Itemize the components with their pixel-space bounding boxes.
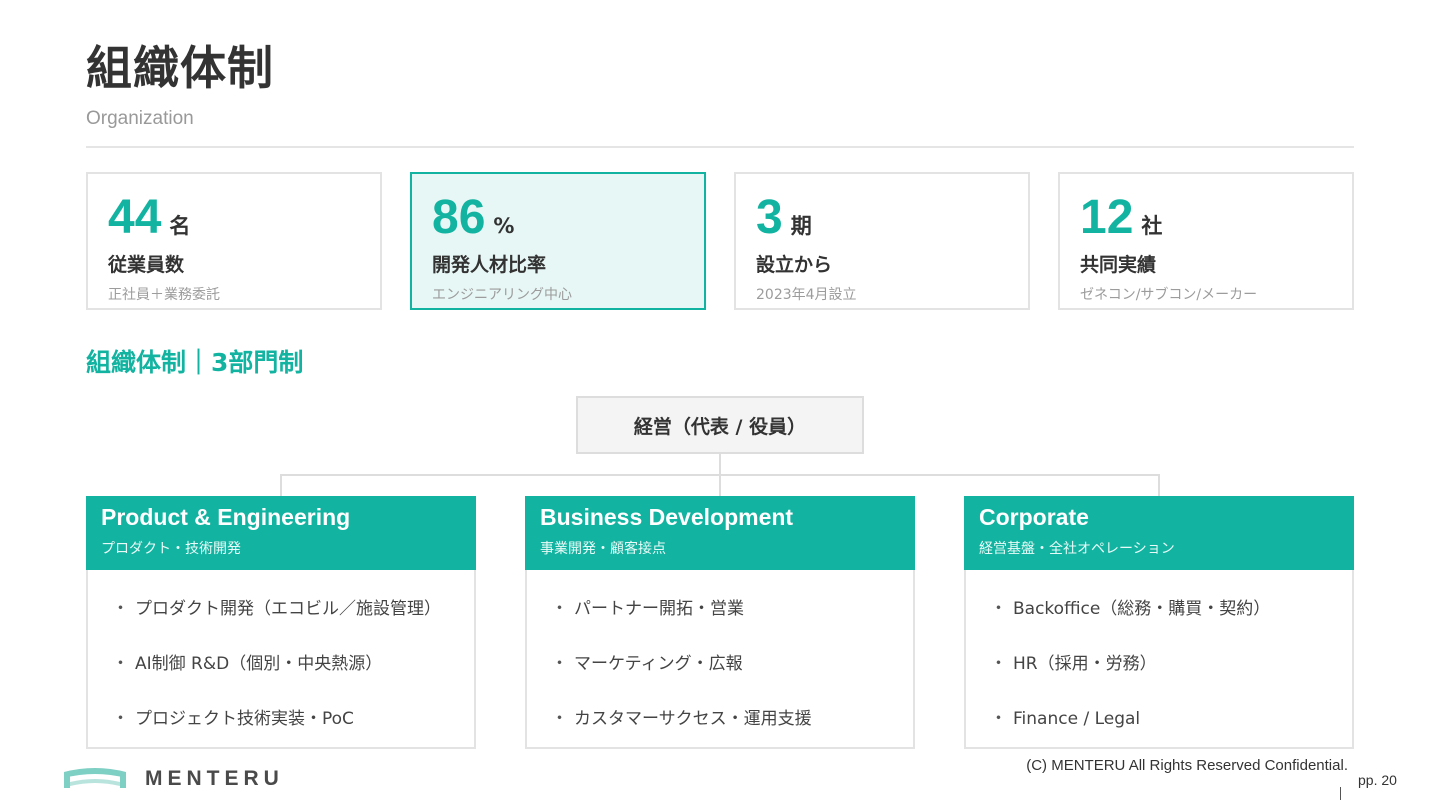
dept-item-list: Backoffice（総務・購買・契約） HR（採用・労務） Finance /…: [990, 594, 1270, 759]
kpi-value: 3: [756, 191, 783, 244]
logo-wave-icon: [64, 768, 126, 788]
menteru-logo: MENTERU: [62, 766, 284, 792]
page-number: pp. 20: [1358, 772, 1397, 788]
dept-header: Product & Engineering プロダクト・技術開発: [86, 496, 476, 570]
kpi-unit: 名: [169, 214, 191, 238]
kpi-label: 共同実績: [1080, 254, 1157, 276]
kpi-label: 開発人材比率: [432, 254, 547, 276]
connector-line: [280, 474, 1160, 476]
kpi-unit: 期: [790, 214, 812, 238]
logo-wordmark: MENTERU: [145, 767, 284, 790]
kpi-value: 44: [108, 191, 162, 244]
dept-item-list: パートナー開拓・営業 マーケティング・広報 カスタマーサクセス・運用支援: [551, 594, 812, 759]
dept-header: Business Development 事業開発・顧客接点: [525, 496, 915, 570]
list-item: カスタマーサクセス・運用支援: [551, 704, 812, 759]
list-item: マーケティング・広報: [551, 649, 812, 704]
connector-line: [1158, 474, 1160, 496]
page-tick-divider: [1340, 787, 1341, 800]
dept-product-engineering: Product & Engineering プロダクト・技術開発 プロダクト開発…: [86, 496, 476, 749]
divider: [86, 146, 1354, 148]
list-item: Backoffice（総務・購買・契約）: [990, 594, 1270, 649]
section-title: 組織体制｜3部門制: [86, 348, 304, 377]
dept-header: Corporate 経営基盤・全社オペレーション: [964, 496, 1354, 570]
list-item: パートナー開拓・営業: [551, 594, 812, 649]
list-item: プロジェクト技術実装・PoC: [112, 704, 441, 759]
kpi-note: 正社員＋業務委託: [108, 287, 220, 303]
connector-line: [280, 474, 282, 496]
dept-desc: プロダクト・技術開発: [101, 541, 241, 557]
kpi-note: エンジニアリング中心: [432, 287, 572, 303]
copyright-text: (C) MENTERU All Rights Reserved Confiden…: [1026, 757, 1348, 774]
page-title: 組織体制: [86, 41, 274, 95]
dept-corporate: Corporate 経営基盤・全社オペレーション Backoffice（総務・購…: [964, 496, 1354, 749]
dept-name: Business Development: [540, 504, 794, 530]
list-item: Finance / Legal: [990, 704, 1270, 759]
kpi-note: 2023年4月設立: [756, 287, 857, 303]
kpi-note: ゼネコン/サブコン/メーカー: [1080, 287, 1258, 303]
kpi-card-terms: 3期 設立から 2023年4月設立: [734, 172, 1030, 310]
kpi-label: 設立から: [756, 254, 833, 276]
kpi-card-employees: 44 名 従業員数 正社員＋業務委託: [86, 172, 382, 310]
kpi-label: 従業員数: [108, 254, 185, 276]
page-subtitle: Organization: [86, 108, 194, 129]
dept-name: Corporate: [979, 504, 1089, 530]
kpi-card-partners: 12 社 共同実績 ゼネコン/サブコン/メーカー: [1058, 172, 1354, 310]
dept-desc: 事業開発・顧客接点: [540, 541, 666, 557]
org-top-box: 経営（代表 / 役員）: [576, 396, 864, 454]
list-item: AI制御 R&D（個別・中央熱源）: [112, 649, 441, 704]
dept-name: Product & Engineering: [101, 504, 351, 530]
kpi-card-dev-ratio: 86% 開発人材比率 エンジニアリング中心: [410, 172, 706, 310]
dept-desc: 経営基盤・全社オペレーション: [979, 541, 1175, 557]
list-item: HR（採用・労務）: [990, 649, 1270, 704]
kpi-unit: %: [493, 214, 515, 238]
kpi-value: 12: [1080, 191, 1134, 244]
kpi-unit: 社: [1141, 214, 1163, 238]
kpi-value: 86: [432, 191, 486, 244]
list-item: プロダクト開発（エコビル／施設管理）: [112, 594, 441, 649]
dept-item-list: プロダクト開発（エコビル／施設管理） AI制御 R&D（個別・中央熱源） プロジ…: [112, 594, 441, 759]
dept-business-development: Business Development 事業開発・顧客接点 パートナー開拓・営…: [525, 496, 915, 749]
